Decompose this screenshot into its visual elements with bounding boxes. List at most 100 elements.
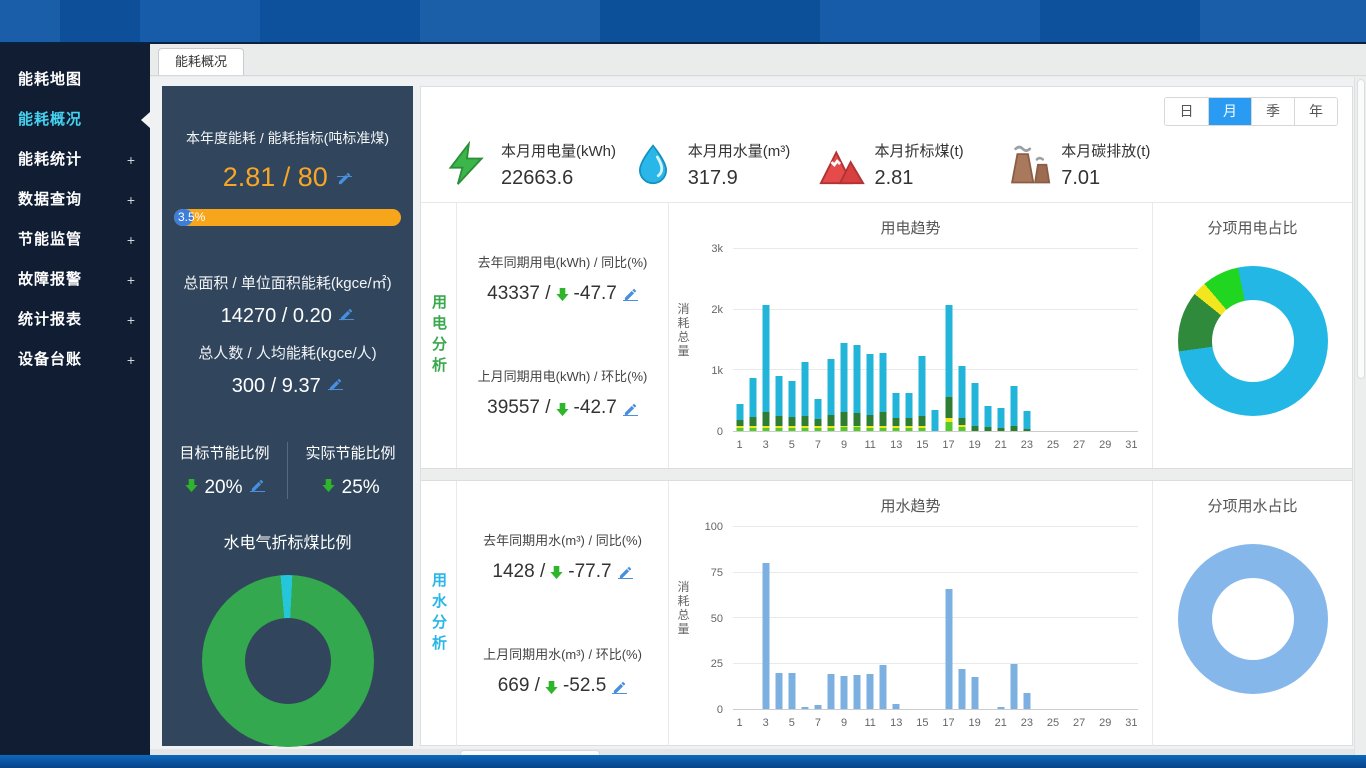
expand-plus-icon[interactable]: + xyxy=(127,300,136,340)
sidebar-item-label: 节能监管 xyxy=(18,231,82,248)
segment-cyan xyxy=(906,393,913,418)
stat-item: 本月折标煤(t)2.81 xyxy=(819,127,1006,202)
edit-icon[interactable] xyxy=(339,305,354,320)
stat-value: 317.9 xyxy=(688,167,790,190)
bar-slot: 15 xyxy=(916,527,929,709)
sidebar-item[interactable]: 能耗概况 xyxy=(0,100,150,140)
bar xyxy=(814,249,821,431)
bar-slot xyxy=(955,249,968,431)
bar xyxy=(945,249,952,431)
workspace: 本年度能耗 / 能耗指标(吨标准煤) 2.81 / 80 3.5% 总面积 / … xyxy=(150,77,1366,755)
water-usage xyxy=(997,707,1004,709)
water-yoy-label: 去年同期用水(m³) / 同比(%) xyxy=(463,530,662,549)
bar xyxy=(1050,249,1057,431)
x-tick-label: 29 xyxy=(1099,717,1112,729)
bar-slot: 21 xyxy=(994,527,1007,709)
segment-cyan xyxy=(880,353,887,412)
x-tick-label: 1 xyxy=(733,439,746,451)
electricity-yoy-delta: -47.7 xyxy=(574,283,617,305)
period-button[interactable]: 季 xyxy=(1251,98,1294,125)
edit-icon[interactable] xyxy=(623,401,638,416)
stat-item: 本月碳排放(t)7.01 xyxy=(1005,127,1192,202)
section-separator xyxy=(421,468,1352,481)
bar-slot xyxy=(746,527,759,709)
bar-slot xyxy=(851,527,864,709)
water-usage xyxy=(867,674,874,709)
x-tick-label: 13 xyxy=(890,717,903,729)
segment-darkgreen xyxy=(775,416,782,426)
period-button[interactable]: 日 xyxy=(1165,98,1208,125)
electricity-share-col: 分项用电占比 xyxy=(1152,203,1352,468)
summary-panel: 本年度能耗 / 能耗指标(吨标准煤) 2.81 / 80 3.5% 总面积 / … xyxy=(162,86,413,746)
edit-icon[interactable] xyxy=(612,679,627,694)
electricity-stats-col: 去年同期用电(kWh) / 同比(%) 43337 / -47.7 上月同期用电… xyxy=(457,203,669,468)
water-share-donut-chart xyxy=(1178,544,1328,694)
tab-energy-overview[interactable]: 能耗概况 xyxy=(158,48,244,75)
water-usage xyxy=(827,674,834,709)
segment-darkgreen xyxy=(801,416,808,426)
x-tick-label: 7 xyxy=(811,717,824,729)
segment-lightgreen xyxy=(841,427,848,431)
sidebar-item[interactable]: 统计报表+ xyxy=(0,300,150,340)
period-button[interactable]: 年 xyxy=(1294,98,1337,125)
vertical-scrollbar[interactable] xyxy=(1354,77,1366,755)
water-section-label-col: 用水分析 xyxy=(421,481,457,746)
bar-slot: 7 xyxy=(811,527,824,709)
edit-icon[interactable] xyxy=(328,375,343,390)
period-selector: 日月季年 xyxy=(1164,97,1338,126)
bar xyxy=(841,249,848,431)
sidebar-item[interactable]: 数据查询+ xyxy=(0,180,150,220)
bar xyxy=(1128,527,1135,709)
bar xyxy=(1063,249,1070,431)
electricity-section-label: 用电分析 xyxy=(428,294,449,378)
scrollbar-thumb[interactable] xyxy=(1357,79,1365,379)
x-tick-label: 31 xyxy=(1125,439,1138,451)
bar xyxy=(801,527,808,709)
segment-darkgreen xyxy=(893,418,900,426)
sidebar-item[interactable]: 节能监管 + xyxy=(0,220,150,260)
bar xyxy=(984,249,991,431)
edit-icon[interactable] xyxy=(618,564,633,579)
area-energy-number: 14270 / 0.20 xyxy=(221,305,332,327)
coal-mix-title: 水电气折标煤比例 xyxy=(162,529,413,553)
bar xyxy=(854,527,861,709)
bar-slot xyxy=(746,249,759,431)
sidebar-item[interactable]: 能耗统计+ xyxy=(0,140,150,180)
expand-plus-icon[interactable]: + xyxy=(127,260,136,300)
coal-mix-donut-chart xyxy=(202,575,374,747)
expand-plus-icon[interactable]: + xyxy=(127,140,136,180)
bar xyxy=(945,527,952,709)
expand-plus-icon[interactable]: + xyxy=(127,340,136,380)
expand-plus-icon[interactable]: + xyxy=(127,220,136,260)
expand-plus-icon[interactable]: + xyxy=(127,180,136,220)
down-arrow-icon xyxy=(321,477,336,492)
sidebar-item[interactable]: 故障报警+ xyxy=(0,260,150,300)
segment-cyan xyxy=(762,305,769,411)
y-tick-label: 75 xyxy=(711,567,723,579)
bar xyxy=(867,527,874,709)
water-yoy-stat: 去年同期用水(m³) / 同比(%) 1428 / -77.7 xyxy=(463,530,662,583)
period-button[interactable]: 月 xyxy=(1208,98,1251,125)
segment-cyan xyxy=(932,410,939,431)
sidebar-item[interactable]: 设备台账+ xyxy=(0,340,150,380)
segment-darkgreen xyxy=(997,428,1004,431)
down-arrow-icon xyxy=(555,286,570,301)
edit-icon[interactable] xyxy=(623,286,638,301)
edit-icon[interactable] xyxy=(250,477,265,492)
water-usage xyxy=(788,673,795,709)
x-tick-label: 15 xyxy=(916,717,929,729)
bar xyxy=(788,527,795,709)
main-panel: 日月季年 本月用电量(kWh)22663.6本月用水量(m³)317.9本月折标… xyxy=(420,86,1353,746)
sidebar-item[interactable]: 能耗地图 xyxy=(0,60,150,100)
actual-saving-block: 实际节能比例 25% xyxy=(287,442,413,499)
electricity-mom-delta: -42.7 xyxy=(574,397,617,419)
bar-slot xyxy=(1086,249,1099,431)
bottom-banner xyxy=(0,755,1366,768)
bar-slot: 25 xyxy=(1047,527,1060,709)
water-yoy-value: 1428 / xyxy=(492,561,545,583)
bar-slot: 31 xyxy=(1125,249,1138,431)
bar xyxy=(984,527,991,709)
area-energy-value: 14270 / 0.20 xyxy=(162,305,413,328)
edit-icon[interactable] xyxy=(337,162,352,177)
y-tick-label: 1k xyxy=(711,365,723,377)
